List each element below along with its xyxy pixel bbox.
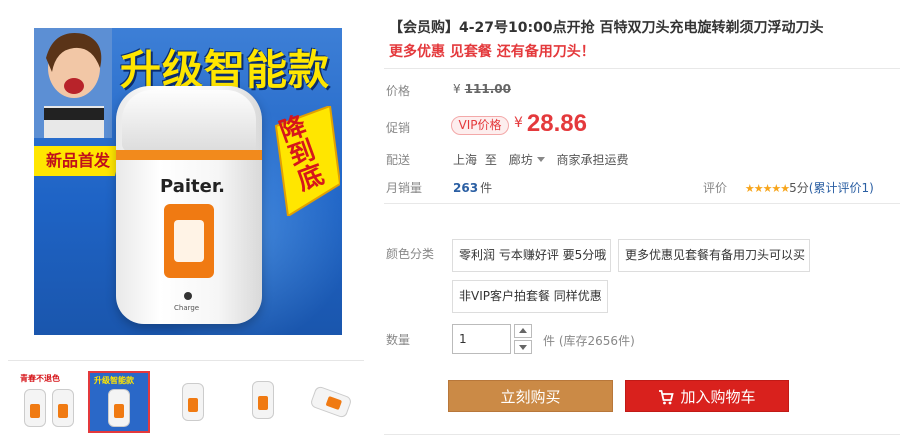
buy-now-button[interactable]: 立刻购买 xyxy=(448,380,613,412)
ship-from: 上海 xyxy=(453,153,478,167)
stock-count: (库存2656件) xyxy=(558,334,635,348)
color-option-label: 颜色分类 xyxy=(386,247,435,261)
shaver-orange-band xyxy=(116,150,262,160)
thumbnail-5[interactable] xyxy=(300,371,362,433)
shaver-product: Paiter. Charge xyxy=(116,86,262,324)
cart-icon xyxy=(659,390,675,405)
star-rating-icon: ★★★★★ xyxy=(744,182,790,195)
rating-summary: 评价 ★★★★★5分(累计评价1) xyxy=(703,179,874,196)
original-price-value: 111.00 xyxy=(464,82,511,96)
thumbnail-caption: 升级智能款 xyxy=(94,376,134,385)
thumbnail-2[interactable]: 升级智能款 xyxy=(88,371,150,433)
shipping-info: 上海 至 廊坊 商家承担运费 xyxy=(453,151,629,168)
quantity-increase-button[interactable] xyxy=(514,324,532,338)
rating-score: 5分 xyxy=(789,181,809,195)
product-title: 【会员购】4-27号10:00点开抢 百特双刀头充电旋转剃须刀浮动刀头 xyxy=(389,20,824,36)
sales-count: 263 xyxy=(453,181,479,195)
destination-select[interactable]: 廊坊 xyxy=(509,153,533,167)
product-subtitle: 更多优惠 见套餐 还有备用刀头！ xyxy=(389,44,595,60)
thumbnail-caption: 青春不退色 xyxy=(20,374,60,383)
shaver-head xyxy=(122,90,256,152)
thumbnail-4[interactable] xyxy=(232,371,294,433)
main-product-image: 升级智能款 新品首发 降到底 Paiter. Charge xyxy=(34,28,342,335)
shaver-switch xyxy=(164,204,214,278)
add-to-cart-button[interactable]: 加入购物车 xyxy=(625,380,789,412)
quantity-unit: 件 xyxy=(543,334,556,348)
monthly-sales-label: 月销量 xyxy=(386,181,423,195)
sales-unit: 件 xyxy=(480,181,493,195)
charge-label: Charge xyxy=(174,304,200,312)
vip-price-badge: VIP价格 xyxy=(451,116,509,135)
quantity-label: 数量 xyxy=(386,333,411,347)
promo-label: 促销 xyxy=(386,121,411,135)
review-count-link[interactable]: (累计评价1) xyxy=(809,181,874,195)
option-zero-profit[interactable]: 零利润 亏本赚好评 要5分哦 xyxy=(452,239,611,272)
promo-currency: ¥ xyxy=(514,115,523,131)
promo-price-value: 28.86 xyxy=(526,110,587,137)
monthly-sales: 263 件 xyxy=(453,179,492,196)
thumbnail-strip: 青春不退色 升级智能款 xyxy=(8,360,364,440)
new-release-badge: 新品首发 xyxy=(34,146,122,176)
shipping-note: 商家承担运费 xyxy=(556,153,629,167)
shipping-label: 配送 xyxy=(386,153,411,167)
thumbnail-1[interactable]: 青春不退色 xyxy=(18,371,80,433)
original-price: ¥111.00 xyxy=(453,82,511,96)
currency-symbol: ¥ xyxy=(453,82,461,96)
divider xyxy=(384,434,900,435)
promo-price: ¥28.86 xyxy=(514,110,587,138)
add-to-cart-label: 加入购物车 xyxy=(680,388,756,406)
rating-label: 评价 xyxy=(703,181,728,195)
charge-indicator xyxy=(184,292,192,300)
option-more-deals[interactable]: 更多优惠见套餐有备用刀头可以买 xyxy=(618,239,810,272)
model-photo xyxy=(34,28,112,138)
ship-to-word: 至 xyxy=(484,153,497,167)
price-label: 价格 xyxy=(386,84,411,98)
quantity-input[interactable]: 1 xyxy=(452,324,511,354)
option-non-vip-package[interactable]: 非VIP客户拍套餐 同样优惠 xyxy=(452,280,608,313)
thumbnail-3[interactable] xyxy=(162,371,224,433)
brand-logo: Paiter. xyxy=(160,176,225,197)
chevron-down-icon[interactable] xyxy=(536,157,545,162)
stock-info: 件 (库存2656件) xyxy=(543,332,635,349)
quantity-decrease-button[interactable] xyxy=(514,340,532,354)
